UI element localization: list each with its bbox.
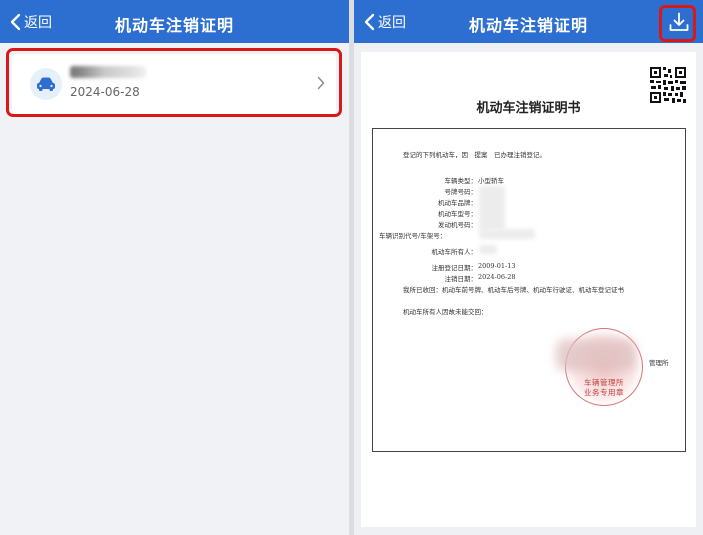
redacted-vehicle-details xyxy=(479,186,505,230)
highlight-box xyxy=(659,5,696,42)
reg-date-label: 注册登记日期： xyxy=(431,264,478,272)
reg-date-value: 2009-01-13 xyxy=(478,262,516,270)
highlight-box xyxy=(6,48,342,117)
certificate-title: 机动车注销证明书 xyxy=(476,101,581,116)
engine-label: 发动机号码： xyxy=(438,221,477,229)
page-title: 机动车注销证明 xyxy=(114,16,234,35)
cancel-date-label: 注销日期： xyxy=(444,275,478,283)
plate-label: 号牌号码： xyxy=(444,188,478,196)
certificate-document: 机动车注销证明书 登记的下列机动车，因 提案 已办理注销登记。 车辆类型： 小型… xyxy=(361,52,696,527)
nav-bar: 返回 机动车注销证明 xyxy=(0,0,349,43)
owner-label: 机动车所有人： xyxy=(431,248,478,256)
office-suffix: 管理所 xyxy=(649,359,669,367)
brand-label: 机动车品牌： xyxy=(438,199,477,207)
redacted-owner xyxy=(479,245,497,254)
redacted-vin xyxy=(479,229,535,239)
model-label: 机动车型号： xyxy=(438,210,477,218)
record-list-screen: 返回 机动车注销证明 2024-06-28 xyxy=(0,0,349,535)
certificate-intro: 登记的下列机动车，因 提案 已办理注销登记。 xyxy=(403,151,546,159)
page-title: 机动车注销证明 xyxy=(468,16,588,35)
certificate-frame: 登记的下列机动车，因 提案 已办理注销登记。 车辆类型： 小型轿车 号牌号码： … xyxy=(372,128,686,452)
certificate-screen: 返回 机动车注销证明 机动车注销证明书 登记的下列机动车，因 提案 已办理注销登… xyxy=(354,0,703,535)
vehicle-type-label: 车辆类型： xyxy=(444,177,478,185)
vehicle-type-value: 小型轿车 xyxy=(478,177,504,185)
cancel-date-value: 2024-06-28 xyxy=(478,273,516,281)
redacted-office-name xyxy=(556,339,636,371)
vin-label: 车辆识别代号/车架号： xyxy=(379,232,447,240)
nav-bar: 返回 机动车注销证明 xyxy=(354,0,703,43)
owner-note: 机动车所有人因故未能交回： xyxy=(403,308,488,316)
recovered-items: 我所已收回：机动车前号牌、机动车后号牌、机动车行驶证、机动车登记证书 xyxy=(403,286,624,294)
seal-line-2: 业务专用章 xyxy=(584,388,624,397)
